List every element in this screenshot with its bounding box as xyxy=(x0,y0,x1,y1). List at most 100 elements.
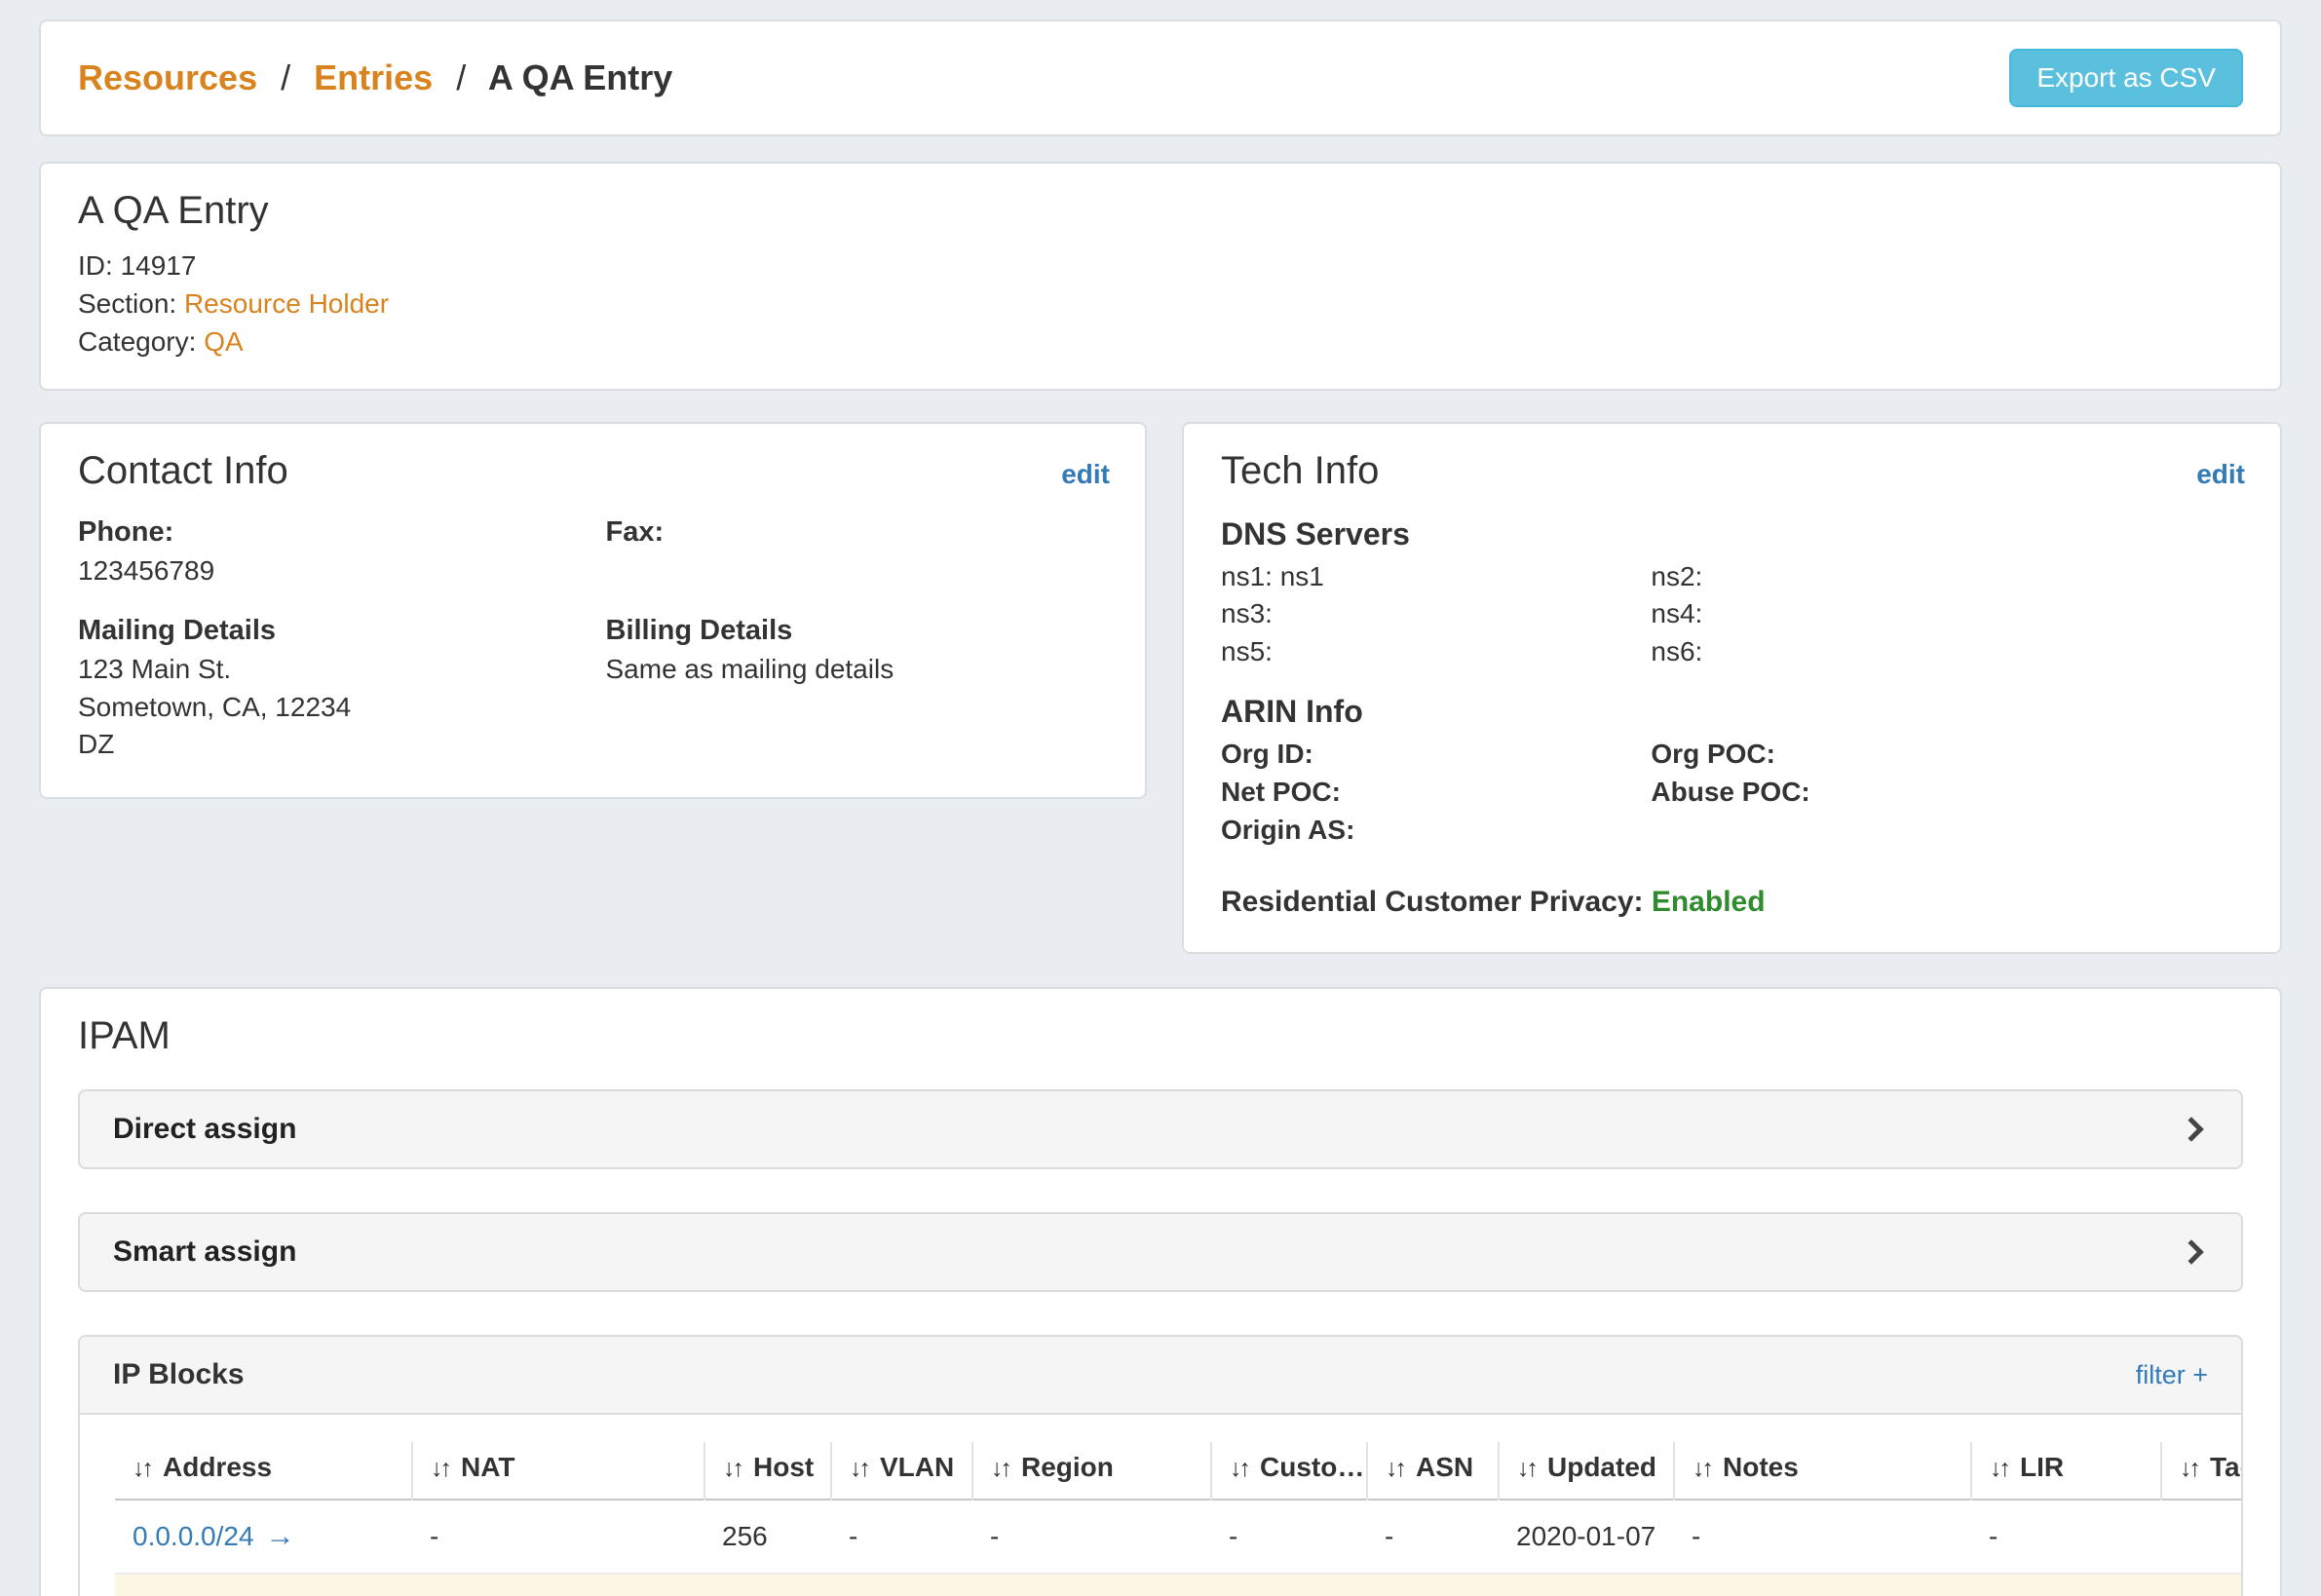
filter-toggle-link[interactable]: filter + xyxy=(2136,1360,2208,1390)
arin-org-id: Org ID: xyxy=(1221,736,1651,774)
residential-privacy: Residential Customer Privacy: Enabled xyxy=(1221,886,2245,919)
dns-ns4: ns4: xyxy=(1651,595,2245,633)
column-header-notes[interactable]: ↓↑Notes xyxy=(1674,1442,1971,1500)
mailing-line-1: 123 Main St. xyxy=(78,651,583,689)
column-label: ASN xyxy=(1416,1452,1473,1482)
info-columns: Contact Info edit Phone: 123456789 Fax: … xyxy=(39,422,2282,955)
cell-notes: - xyxy=(1674,1500,1971,1574)
direct-assign-label: Direct assign xyxy=(113,1113,296,1146)
goto-arrow-icon[interactable]: → xyxy=(266,1520,295,1552)
entry-category-label: Category: xyxy=(78,326,196,357)
entry-category-link[interactable]: QA xyxy=(204,326,243,357)
breadcrumb-separator: / xyxy=(456,57,466,97)
ip-blocks-header: IP Blocks filter + xyxy=(80,1337,2241,1415)
arin-info-grid: Org ID: Org POC: Net POC: Abuse POC: Ori… xyxy=(1221,736,2245,849)
arin-net-poc: Net POC: xyxy=(1221,774,1651,812)
ip-blocks-panel: IP Blocks filter + ↓↑Address ↓↑NAT ↓↑Hos… xyxy=(78,1335,2243,1596)
sort-icon: ↓↑ xyxy=(1386,1455,1404,1482)
cell-vlan: - xyxy=(831,1574,972,1596)
column-label: Tag xyxy=(2210,1452,2241,1482)
dns-ns1: ns1: ns1 xyxy=(1221,558,1651,596)
ip-blocks-title: IP Blocks xyxy=(113,1358,245,1391)
column-header-nat[interactable]: ↓↑NAT xyxy=(412,1442,704,1500)
mailing-details-label: Mailing Details xyxy=(78,615,583,647)
chevron-right-icon xyxy=(2179,1118,2203,1142)
dns-ns6-label: ns6: xyxy=(1651,636,1702,666)
cell-address: 0.0.0.0/24 → xyxy=(115,1500,412,1574)
entry-id-label: ID: xyxy=(78,250,113,281)
column-header-tag[interactable]: ↓↑Tag xyxy=(2161,1442,2241,1500)
column-label: Notes xyxy=(1723,1452,1799,1482)
phone-value: 123456789 xyxy=(78,552,583,590)
contact-info-panel: Contact Info edit Phone: 123456789 Fax: … xyxy=(39,422,1147,800)
entry-id: ID: 14917 xyxy=(78,247,2243,285)
cell-asn: - xyxy=(1367,1500,1499,1574)
ipam-title: IPAM xyxy=(78,1014,2243,1058)
dns-ns3: ns3: xyxy=(1221,595,1651,633)
column-label: Region xyxy=(1021,1452,1114,1482)
residential-privacy-value: Enabled xyxy=(1652,886,1766,918)
mailing-line-2: Sometown, CA, 12234 xyxy=(78,689,583,727)
breadcrumb-current: A QA Entry xyxy=(488,57,672,97)
cell-lir: - xyxy=(1971,1500,2161,1574)
sort-icon: ↓↑ xyxy=(1230,1455,1248,1482)
column-header-address[interactable]: ↓↑Address xyxy=(115,1442,412,1500)
smart-assign-accordion[interactable]: Smart assign xyxy=(78,1212,2243,1292)
dns-servers-heading: DNS Servers xyxy=(1221,516,2245,552)
arin-net-poc-label: Net POC: xyxy=(1221,777,1341,807)
cell-tag xyxy=(2161,1500,2241,1574)
page: Resources / Entries / A QA Entry Export … xyxy=(0,0,2321,1596)
column-header-vlan[interactable]: ↓↑VLAN xyxy=(831,1442,972,1500)
column-label: Custo… xyxy=(1260,1452,1364,1482)
column-header-region[interactable]: ↓↑ Region xyxy=(972,1442,1211,1500)
breadcrumb: Resources / Entries / A QA Entry xyxy=(78,57,672,98)
cell-nat: - xyxy=(412,1500,704,1574)
dns-ns6: ns6: xyxy=(1651,633,2245,671)
entry-section-link[interactable]: Resource Holder xyxy=(184,288,389,319)
dns-ns5: ns5: xyxy=(1221,633,1651,671)
column-header-updated[interactable]: ↓↑Updated xyxy=(1499,1442,1674,1500)
entry-summary-panel: A QA Entry ID: 14917 Section: Resource H… xyxy=(39,162,2282,391)
sort-icon: ↓↑ xyxy=(991,1455,1009,1482)
arin-origin-as: Origin AS: xyxy=(1221,812,1651,850)
breadcrumb-resources[interactable]: Resources xyxy=(78,57,257,97)
column-header-host[interactable]: ↓↑Host xyxy=(704,1442,831,1500)
tech-info-panel: Tech Info edit DNS Servers ns1: ns1 ns2:… xyxy=(1182,422,2282,955)
ipam-panel: IPAM Direct assign Smart assign IP Block… xyxy=(39,987,2282,1596)
arin-abuse-poc-label: Abuse POC: xyxy=(1651,777,1809,807)
entry-section: Section: Resource Holder xyxy=(78,285,2243,323)
breadcrumb-entries[interactable]: Entries xyxy=(314,57,433,97)
contact-info-title: Contact Info xyxy=(78,449,288,493)
arin-origin-as-label: Origin AS: xyxy=(1221,815,1354,845)
cell-tag xyxy=(2161,1574,2241,1596)
cell-vlan: - xyxy=(831,1500,972,1574)
column-header-customer[interactable]: ↓↑ Custo… xyxy=(1211,1442,1367,1500)
column-header-lir[interactable]: ↓↑LIR xyxy=(1971,1442,2161,1500)
contact-info-header: Contact Info edit xyxy=(78,449,1110,493)
cell-host: 256 xyxy=(704,1500,831,1574)
fax-field: Fax: xyxy=(606,516,1111,590)
sort-icon: ↓↑ xyxy=(133,1455,151,1482)
column-header-asn[interactable]: ↓↑ ASN xyxy=(1367,1442,1499,1500)
dns-ns3-label: ns3: xyxy=(1221,598,1273,628)
fax-label: Fax: xyxy=(606,516,1111,549)
residential-privacy-label: Residential Customer Privacy: xyxy=(1221,886,1644,918)
ip-block-row: 2.2.0.0/16 - 65536 - - - - 2019-09-16 - … xyxy=(115,1574,2241,1596)
ip-block-link[interactable]: 0.0.0.0/24 xyxy=(133,1521,254,1551)
sort-icon: ↓↑ xyxy=(723,1455,742,1482)
breadcrumb-bar: Resources / Entries / A QA Entry Export … xyxy=(39,19,2282,136)
cell-asn: - xyxy=(1367,1574,1499,1596)
cell-address: 2.2.0.0/16 xyxy=(115,1574,412,1596)
contact-edit-link[interactable]: edit xyxy=(1061,459,1110,490)
tech-edit-link[interactable]: edit xyxy=(2196,459,2245,490)
cell-customer: - xyxy=(1211,1574,1367,1596)
direct-assign-accordion[interactable]: Direct assign xyxy=(78,1089,2243,1169)
sort-icon: ↓↑ xyxy=(431,1455,449,1482)
dns-ns2-label: ns2: xyxy=(1651,561,1702,591)
export-csv-button[interactable]: Export as CSV xyxy=(2009,49,2243,107)
cell-lir: - xyxy=(1971,1574,2161,1596)
arin-org-id-label: Org ID: xyxy=(1221,739,1313,769)
arin-info-heading: ARIN Info xyxy=(1221,694,2245,730)
contact-grid: Phone: 123456789 Fax: Mailing Details 12… xyxy=(78,516,1110,765)
mailing-details-field: Mailing Details 123 Main St. Sometown, C… xyxy=(78,615,583,764)
